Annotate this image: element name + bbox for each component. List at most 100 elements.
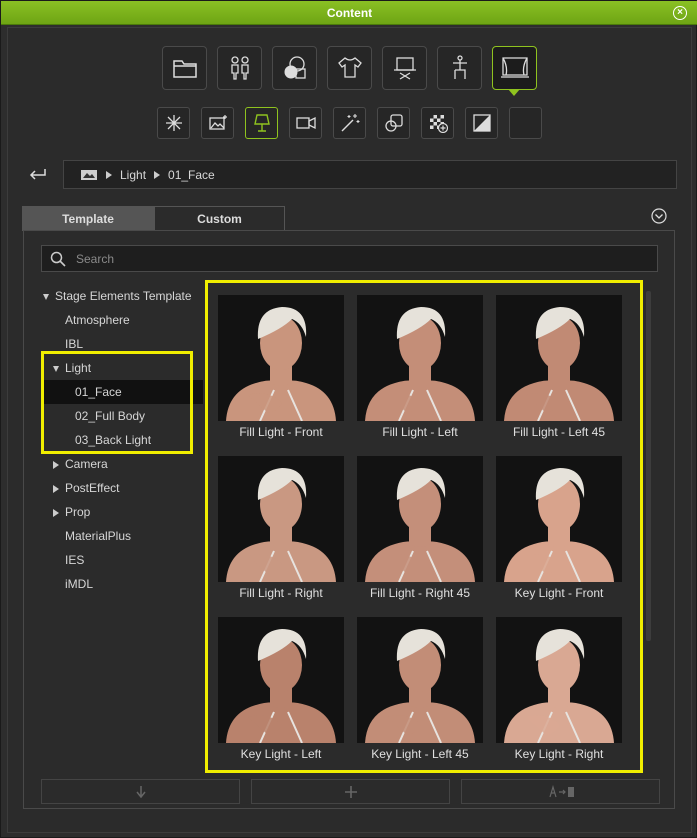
atmosphere-icon bbox=[165, 115, 182, 131]
download-button[interactable] bbox=[41, 779, 240, 804]
portrait-thumbnail bbox=[357, 456, 483, 582]
collapse-arrow-icon bbox=[53, 484, 59, 493]
thumbnail-label: Key Light - Front bbox=[514, 586, 604, 600]
posteffect-icon bbox=[341, 114, 359, 132]
tree-item-posteffect[interactable]: PostEffect bbox=[41, 476, 203, 500]
tree-label: Light bbox=[65, 361, 92, 375]
thumbnail-label: Key Light - Left 45 bbox=[371, 747, 469, 761]
light-button[interactable] bbox=[245, 107, 278, 139]
thumbnail-card[interactable]: Fill Light - Front bbox=[218, 295, 344, 456]
empty-slot bbox=[509, 107, 542, 139]
tree-item-light[interactable]: Light bbox=[41, 356, 203, 380]
tree-label: Prop bbox=[65, 505, 91, 519]
tree-label: Camera bbox=[65, 457, 108, 471]
thumbnail-card[interactable]: Key Light - Front bbox=[496, 456, 622, 617]
tree-item-prop[interactable]: Prop bbox=[41, 500, 203, 524]
thumbnail-card[interactable]: Key Light - Left 45 bbox=[357, 617, 483, 770]
content-window: Content × Light 01_Face Template Custom … bbox=[0, 0, 697, 838]
ies-icon bbox=[472, 114, 491, 132]
atmosphere-button[interactable] bbox=[157, 107, 190, 139]
tab-template[interactable]: Template bbox=[22, 206, 154, 231]
breadcrumb-separator bbox=[106, 170, 112, 179]
ibl-icon bbox=[208, 115, 227, 130]
tree-item-02-full-body[interactable]: 02_Full Body bbox=[41, 404, 203, 428]
thumbnail-card[interactable]: Key Light - Right bbox=[496, 617, 622, 770]
active-pointer bbox=[508, 89, 520, 96]
portrait-thumbnail bbox=[218, 617, 344, 743]
tree-label: PostEffect bbox=[65, 481, 120, 495]
search-input[interactable]: Search bbox=[41, 245, 658, 272]
folder-button[interactable] bbox=[162, 46, 207, 90]
posteffect-button[interactable] bbox=[333, 107, 366, 139]
tree-item-atmosphere[interactable]: Atmosphere bbox=[41, 308, 203, 332]
stage-button[interactable] bbox=[492, 46, 537, 96]
thumbnail-grid: Fill Light - Front Fill Light - Left Fill … bbox=[218, 295, 622, 770]
breadcrumb: Light 01_Face bbox=[63, 160, 677, 189]
materials-button[interactable] bbox=[272, 46, 317, 90]
materialplus-button[interactable] bbox=[421, 107, 454, 139]
portrait-thumbnail bbox=[218, 456, 344, 582]
light-icon bbox=[253, 114, 270, 132]
clothing-button[interactable] bbox=[327, 46, 372, 90]
thumbnail-label: Fill Light - Right bbox=[239, 586, 323, 600]
portrait-thumbnail bbox=[218, 295, 344, 421]
camera-icon bbox=[295, 116, 316, 130]
animation-button[interactable] bbox=[437, 46, 482, 90]
thumbnail-label: Fill Light - Left bbox=[382, 425, 458, 439]
tree-item-ibl[interactable]: IBL bbox=[41, 332, 203, 356]
breadcrumb-item[interactable]: Light bbox=[120, 168, 146, 182]
thumbnail-card[interactable]: Key Light - Left bbox=[218, 617, 344, 770]
tree-item-materialplus[interactable]: MaterialPlus bbox=[41, 524, 203, 548]
subcategory-toolbar bbox=[157, 107, 542, 139]
thumbnail-label: Key Light - Right bbox=[514, 747, 604, 761]
tab-custom[interactable]: Custom bbox=[154, 206, 285, 231]
props-button[interactable] bbox=[382, 46, 427, 90]
tree-item-root[interactable]: Stage Elements Template bbox=[41, 284, 203, 308]
portrait-thumbnail bbox=[496, 456, 622, 582]
plus-icon bbox=[344, 785, 357, 798]
thumbnail-label: Key Light - Left bbox=[240, 747, 322, 761]
ibl-button[interactable] bbox=[201, 107, 234, 139]
thumbnail-label: Fill Light - Left 45 bbox=[512, 425, 606, 439]
breadcrumb-item-current[interactable]: 01_Face bbox=[168, 168, 215, 182]
prop-button[interactable] bbox=[377, 107, 410, 139]
chevron-down-icon[interactable] bbox=[651, 208, 667, 224]
tree-item-camera[interactable]: Camera bbox=[41, 452, 203, 476]
tree-item-03-back-light[interactable]: 03_Back Light bbox=[41, 428, 203, 452]
ies-button[interactable] bbox=[465, 107, 498, 139]
thumbnail-grid-area: Fill Light - Front Fill Light - Left Fill … bbox=[205, 280, 643, 773]
window-title: Content bbox=[326, 6, 373, 20]
folder-icon bbox=[172, 60, 197, 78]
portrait-thumbnail bbox=[496, 295, 622, 421]
tree-item-ies[interactable]: IES bbox=[41, 548, 203, 572]
actors-button[interactable] bbox=[217, 46, 262, 90]
tree-item-imdl[interactable]: iMDL bbox=[41, 572, 203, 596]
search-placeholder: Search bbox=[76, 251, 115, 266]
close-icon[interactable]: × bbox=[673, 6, 687, 20]
bottom-toolbar bbox=[41, 779, 660, 804]
portrait-thumbnail bbox=[357, 617, 483, 743]
category-toolbar bbox=[162, 46, 537, 96]
thumbnail-card[interactable]: Fill Light - Left bbox=[357, 295, 483, 456]
scrollbar[interactable] bbox=[646, 291, 651, 641]
back-arrow-icon[interactable] bbox=[27, 165, 49, 183]
thumbnail-card[interactable]: Fill Light - Right bbox=[218, 456, 344, 617]
category-tree: Stage Elements Template Atmosphere IBL L… bbox=[41, 284, 203, 596]
props-icon bbox=[393, 57, 416, 80]
tree-item-01-face[interactable]: 01_Face bbox=[41, 380, 203, 404]
stage-root-icon[interactable] bbox=[80, 169, 98, 181]
add-button[interactable] bbox=[251, 779, 450, 804]
apply-button[interactable] bbox=[461, 779, 660, 804]
breadcrumb-separator bbox=[154, 170, 161, 179]
camera-button[interactable] bbox=[289, 107, 322, 139]
apply-icon bbox=[548, 784, 574, 797]
prop-icon bbox=[384, 114, 403, 132]
collapse-arrow-icon bbox=[53, 508, 59, 517]
actors-icon bbox=[230, 56, 249, 80]
thumbnail-card[interactable]: Fill Light - Right 45 bbox=[357, 456, 483, 617]
stage-icon bbox=[500, 57, 529, 78]
thumbnail-label: Fill Light - Right 45 bbox=[369, 586, 471, 600]
tab-bar: Template Custom bbox=[22, 206, 285, 231]
thumbnail-card[interactable]: Fill Light - Left 45 bbox=[496, 295, 622, 456]
title-bar: Content × bbox=[1, 1, 697, 25]
